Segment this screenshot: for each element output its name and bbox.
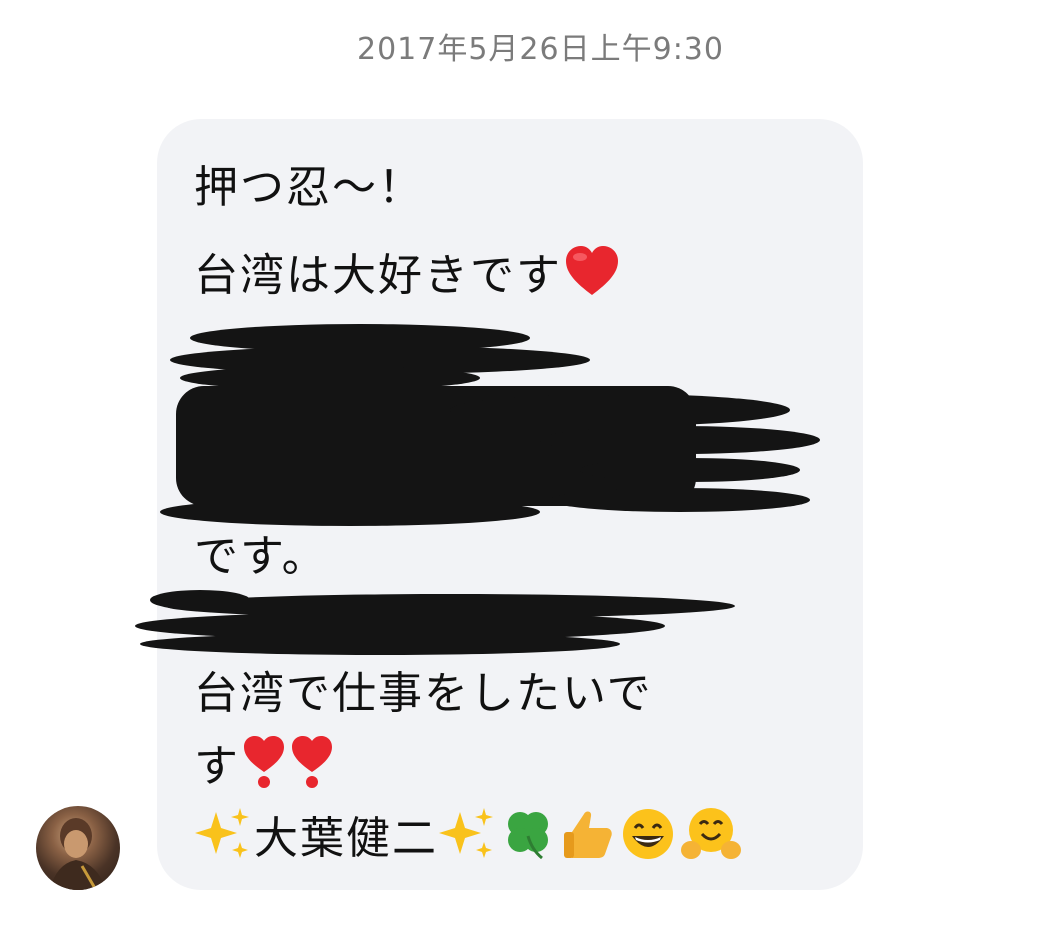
redaction-scribble xyxy=(135,590,735,655)
message-line-5: す xyxy=(194,734,336,804)
grinning-face-icon xyxy=(618,806,678,876)
message-line-4: 台湾で仕事をしたいで xyxy=(194,666,653,722)
message-text: す xyxy=(194,741,240,792)
sparkles-icon xyxy=(194,806,254,876)
message-text: 大葉健二 xyxy=(254,813,438,864)
four-leaf-clover-icon xyxy=(498,806,558,876)
message-text: 台湾で仕事をしたいで xyxy=(194,668,653,719)
thumbs-up-icon xyxy=(558,806,618,876)
heavy-exclamation-heart-icon xyxy=(288,734,336,804)
heavy-exclamation-heart-icon xyxy=(240,734,288,804)
message-line-6: 大葉健二 xyxy=(194,806,744,876)
sender-avatar[interactable] xyxy=(36,806,120,890)
hugging-face-icon xyxy=(678,806,744,876)
sparkles-icon xyxy=(438,806,498,876)
